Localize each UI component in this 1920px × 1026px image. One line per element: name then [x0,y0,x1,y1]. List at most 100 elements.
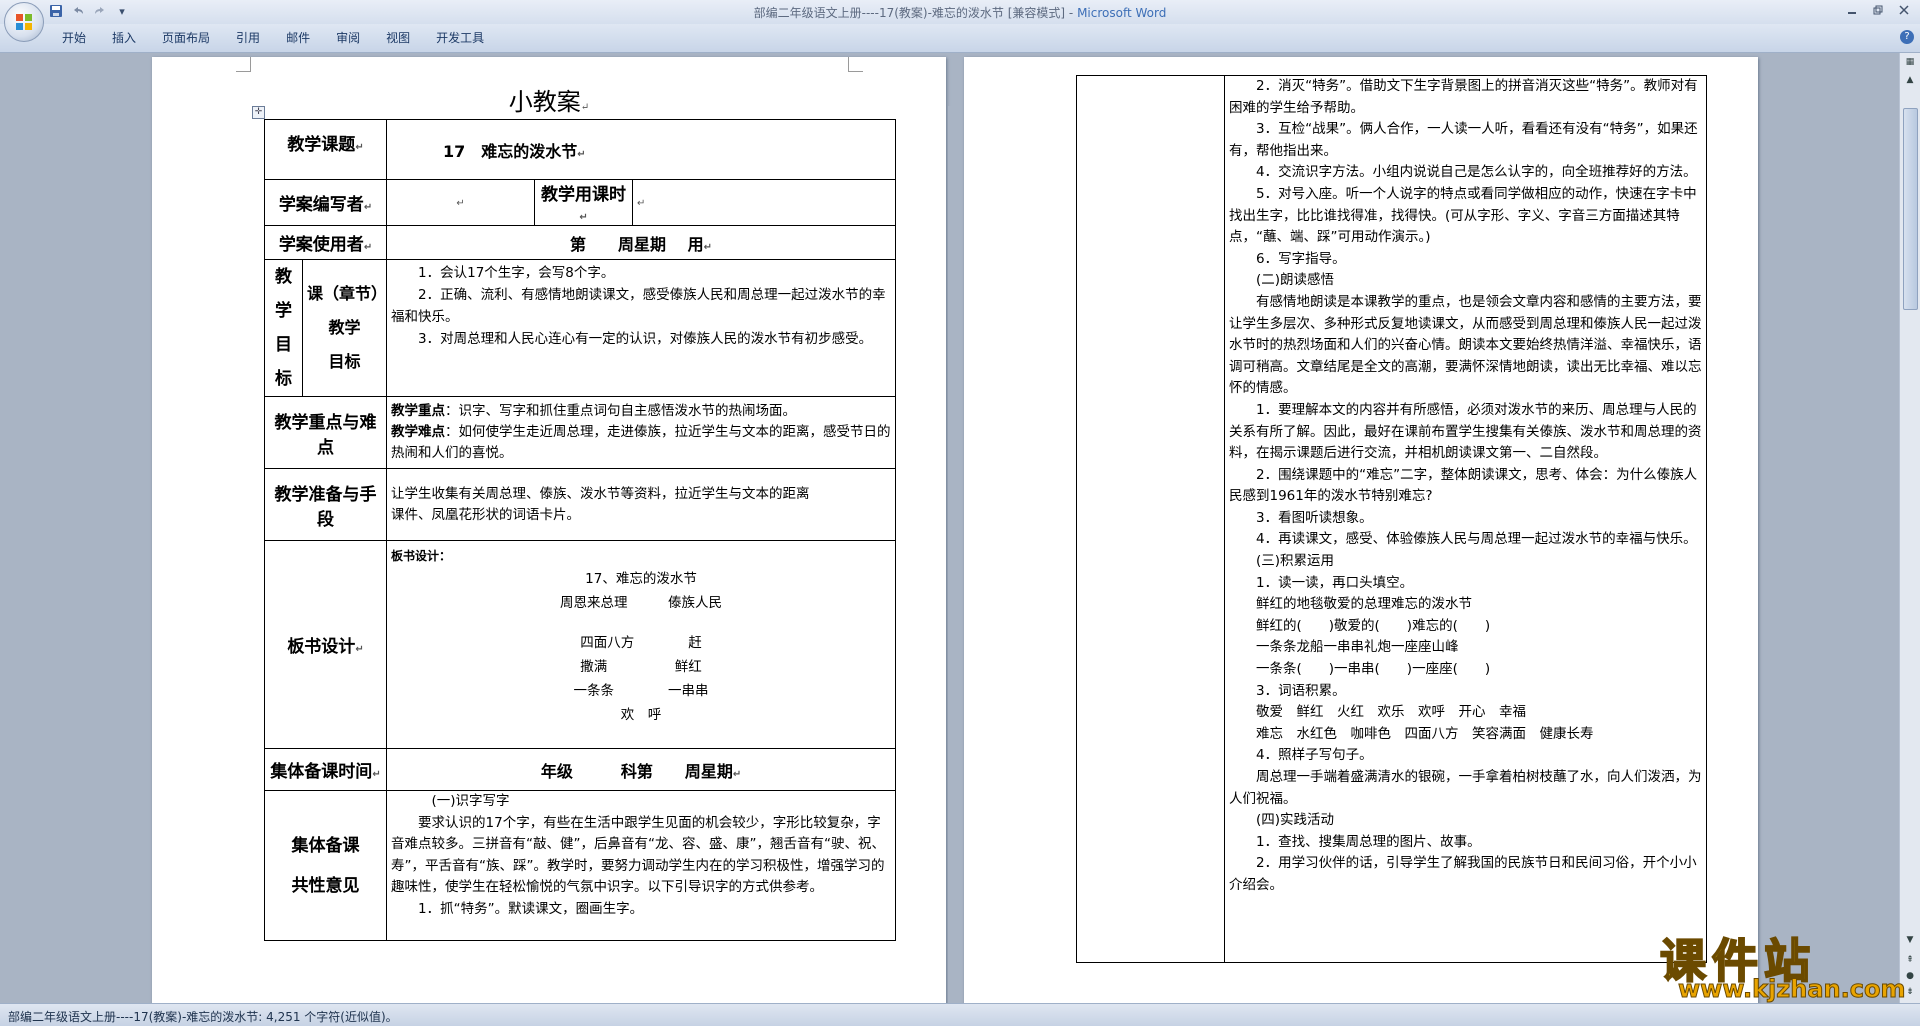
user-value-cell[interactable]: 第 周星期 用↵ [386,225,897,260]
table-row: 集体备课时间↵ 年级 科第 周星期↵ [263,748,897,791]
group-opinion-label-line: 集体备课 [291,835,360,856]
page-left: 小教案↵ ✛ 教学课题↵ 17 难忘的泼水节↵ 学案编写者↵ ↵ 教学用课时↵ … [152,57,946,1003]
table-move-handle[interactable]: ✛ [252,106,265,119]
tab-page-layout[interactable]: 页面布局 [150,29,224,47]
content-paragraph: 1．读一读，再口头填空。 [1229,574,1414,591]
goals-outer-label-char: 学 [275,301,292,321]
tab-insert[interactable]: 插入 [100,29,150,47]
table-row: 集体备课 共性意见 (一)识字写字 要求认识的17个字，有些在生活中跟学生见面的… [263,790,897,941]
prep-label: 教学准备与手段 [274,484,377,530]
content-paragraph: 1．查找、搜集周总理的图片、故事。 [1229,833,1481,850]
tab-developer[interactable]: 开发工具 [424,29,498,47]
close-icon[interactable] [1892,1,1916,21]
hours-value-cell[interactable]: ↵ [632,179,897,226]
goals-outer-label-cell: 教 学 目 标 [264,259,303,397]
continued-content-cell[interactable]: 2．消灭“特务”。借助文下生字背景图上的拼音消灭这些“特务”。教师对有困难的学生… [1224,75,1707,963]
goals-content-cell[interactable]: 1．会认17个生字，会写8个字。 2．正确、流利、有感情地朗读课文，感受傣族人民… [386,259,897,397]
watermark-url: www.kjzhan.com [1677,975,1906,1004]
status-bar: 部编二年级语文上册----17(教案)-难忘的泼水节: 4,251 个字符(近似… [0,1003,1920,1026]
app-name: Microsoft Word [1077,6,1167,20]
ruler-toggle-icon[interactable]: ▦ [1903,55,1917,69]
group-opinion-label-line: 共性意见 [291,875,360,896]
key-label-cell: 教学重点与难点 [263,396,388,469]
board-line: 四面八方 赶 [580,635,702,651]
table-row: 教学课题↵ 17 难忘的泼水节↵ [263,119,897,180]
board-content-cell[interactable]: 板书设计： 17、难忘的泼水节 周恩来总理 傣族人民 四面八方 赶 撒满 鲜红 … [386,540,897,749]
scroll-up-icon[interactable]: ▲ [1903,73,1917,87]
goals-outer-label-char: 标 [275,369,292,389]
minimize-icon[interactable] [1840,1,1864,21]
tab-mailings[interactable]: 邮件 [274,29,324,47]
table-row: 2．消灭“特务”。借助文下生字背景图上的拼音消灭这些“特务”。教师对有困难的学生… [1076,75,1707,963]
table-row: 学案使用者↵ 第 周星期 用↵ [263,225,897,260]
content-paragraph: 3．词语积累。 [1229,682,1346,699]
group-opinion-paragraph: 1．抓“特务”。默读课文，圈画生字。 [391,900,644,917]
table-row: 学案编写者↵ ↵ 教学用课时↵ ↵ [263,179,897,226]
restore-icon[interactable] [1866,1,1890,21]
goal-item: 2．正确、流利、有感情地朗读课文，感受傣族人民和周总理一起过泼水节的幸福和快乐。 [391,287,886,325]
key-content-cell[interactable]: 教学重点：识字、写字和抓住重点词句自主感悟泼水节的热闹场面。 教学难点：如何使学… [386,396,897,469]
content-paragraph: 3．看图听读想象。 [1229,509,1373,526]
group-opinion-content-cell[interactable]: (一)识字写字 要求认识的17个字，有些在生活中跟学生见面的机会较少，字形比较复… [386,790,897,941]
site-watermark-logo: 课件站 www.kjzhan.com [1659,925,1910,1004]
table-row: 板书设计↵ 板书设计： 17、难忘的泼水节 周恩来总理 傣族人民 四面八方 赶 … [263,540,897,749]
content-paragraph: 2．消灭“特务”。借助文下生字背景图上的拼音消灭这些“特务”。教师对有困难的学生… [1229,78,1698,116]
continued-label-cell [1076,75,1225,963]
window-title: 部编二年级语文上册----17(教案)-难忘的泼水节 [兼容模式] - Micr… [0,4,1920,21]
author-value-cell[interactable]: ↵ [386,179,536,226]
content-paragraph: 2．用学习伙伴的话，引导学生了解我国的民族节日和民间习俗，开个小小介绍会。 [1229,855,1697,893]
content-paragraph: 鲜红的( )敬爱的( )难忘的( ) [1229,617,1491,634]
group-opinion-label-cell: 集体备课 共性意见 [263,790,388,941]
difficulty-title: 教学难点 [391,424,446,440]
tab-references[interactable]: 引用 [224,29,274,47]
content-paragraph: (二)朗读感悟 [1229,272,1335,289]
crop-mark [848,57,863,72]
goals-inner-label-line: 课（章节） [307,284,388,303]
board-line: 欢 呼 [620,707,662,723]
tab-review[interactable]: 审阅 [324,29,374,47]
content-paragraph: 一条条龙船一串串礼炮一座座山峰 [1229,639,1459,656]
goals-inner-label-line: 目标 [328,352,361,371]
content-paragraph: 3．互检“战果”。俩人合作，一人读一人听，看看还有没有“特务”，如果还有，帮他指… [1229,121,1698,159]
tab-view[interactable]: 视图 [374,29,424,47]
content-paragraph: 敬爱 鲜红 火红 欢乐 欢呼 开心 幸福 [1229,704,1526,721]
topic-value-cell[interactable]: 17 难忘的泼水节↵ [386,119,897,180]
goals-outer-label-char: 教 [275,267,292,287]
lesson-plan-table: 教学课题↵ 17 难忘的泼水节↵ 学案编写者↵ ↵ 教学用课时↵ ↵ 学案使用者… [263,119,897,941]
content-paragraph: 4．照样子写句子。 [1229,747,1373,764]
difficulty-text: ：如何使学生走近周总理，走进傣族，拉近学生与文本的距离，感受节日的热闹和人们的喜… [391,424,891,461]
content-paragraph: 2．围绕课题中的“难忘”二字，整体朗读课文，思考、体会：为什么傣族人民感到196… [1229,466,1698,505]
prep-item: 课件、凤凰花形状的词语卡片。 [391,506,581,523]
content-paragraph: 难忘 水红色 咖啡色 四面八方 笑容满面 健康长寿 [1229,725,1594,742]
topic-label: 教学课题 [287,135,356,155]
board-line: 一条条 一串串 [573,683,709,699]
board-title: 板书设计： [391,549,452,563]
status-text: 部编二年级语文上册----17(教案)-难忘的泼水节: 4,251 个字符(近似… [8,1010,398,1024]
tab-home[interactable]: 开始 [50,29,100,47]
content-paragraph: 5．对号入座。听一个人说字的特点或看同学做相应的动作，快速在字卡中找出生字，比比… [1229,185,1697,246]
author-label-cell: 学案编写者↵ [263,179,388,226]
board-line: 周恩来总理 傣族人民 [560,595,723,611]
office-button[interactable] [4,2,44,42]
prep-content-cell[interactable]: 让学生收集有关周总理、傣族、泼水节等资料，拉近学生与文本的距离 课件、凤凰花形状… [386,468,897,541]
content-paragraph: (三)积累运用 [1229,553,1335,570]
board-label: 板书设计 [287,637,356,657]
page-right: 2．消灭“特务”。借助文下生字背景图上的拼音消灭这些“特务”。教师对有困难的学生… [964,57,1758,1003]
paragraph-mark: ↵ [580,102,590,113]
content-paragraph: 4．再读课文，感受、体验傣族人民与周总理一起过泼水节的幸福与快乐。 [1229,531,1697,548]
board-line: 撒满 鲜红 [580,659,702,675]
board-line: 17、难忘的泼水节 [585,571,697,587]
scroll-thumb[interactable] [1903,108,1918,310]
prep-label-cell: 教学准备与手段 [263,468,388,541]
vertical-scrollbar[interactable]: ▦ ▲ ▼ ⇞ ● ⇟ [1899,53,1920,1003]
group-time-label-cell: 集体备课时间↵ [263,748,388,791]
content-paragraph: 6．写字指导。 [1229,250,1346,267]
help-icon[interactable]: ? [1900,30,1914,44]
goal-item: 3．对周总理和人民心连心有一定的认识，对傣族人民的泼水节有初步感受。 [391,331,873,347]
goals-inner-label-line: 教学 [328,318,361,337]
table-row: 教学重点与难点 教学重点：识字、写字和抓住重点词句自主感悟泼水节的热闹场面。 教… [263,396,897,469]
user-label: 学案使用者 [278,235,364,255]
document-workspace: 小教案↵ ✛ 教学课题↵ 17 难忘的泼水节↵ 学案编写者↵ ↵ 教学用课时↵ … [0,53,1900,1003]
group-time-value-cell[interactable]: 年级 科第 周星期↵ [386,748,897,791]
prep-item: 让学生收集有关周总理、傣族、泼水节等资料，拉近学生与文本的距离 [391,485,810,502]
